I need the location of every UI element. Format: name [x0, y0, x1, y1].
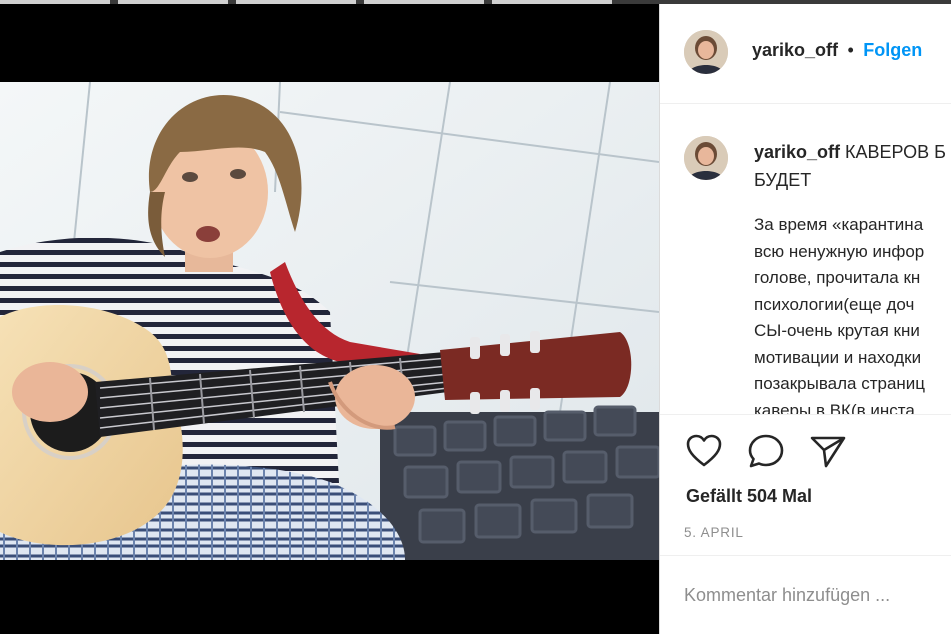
caption-title: КАВЕРОВ Б	[845, 142, 946, 162]
add-comment-bar: Kommentar hinzufügen ...	[660, 555, 951, 634]
caption-text: За время «карантина всю ненужную инфор г…	[754, 212, 951, 415]
caption-line: За время «карантина	[754, 215, 924, 234]
follow-button[interactable]: Folgen	[863, 40, 922, 60]
caption-line: голове, прочитала кн	[754, 268, 921, 287]
caption-title-line2: БУДЕТ	[754, 170, 812, 190]
caption-area: yariko_off КАВЕРОВ Б БУДЕТ За время «кар…	[660, 104, 951, 415]
post-side-panel: yariko_off • Folgen yariko_off КАВЕРОВ Б…	[659, 4, 951, 634]
avatar-image	[684, 136, 728, 180]
caption-line: психологии(еще доч	[754, 294, 915, 314]
header-user-row: yariko_off • Folgen	[752, 40, 922, 61]
post-photo	[0, 82, 659, 560]
separator-dot: •	[847, 40, 854, 60]
comment-bubble-icon[interactable]	[748, 434, 784, 473]
caption-line: всю ненужную инфор	[754, 241, 925, 261]
caption-line: позакрывала страниц	[754, 374, 926, 393]
likes-count[interactable]: Gefällt 504 Mal	[686, 486, 812, 507]
caption-line: мотивации и находки	[754, 347, 922, 367]
caption-heading: yariko_off КАВЕРОВ Б БУДЕТ	[754, 138, 951, 194]
comment-input[interactable]: Kommentar hinzufügen ...	[684, 585, 890, 606]
caption-line: каверы в ВК(в инста	[754, 400, 915, 415]
photo-illustration	[0, 82, 659, 560]
avatar[interactable]	[684, 30, 728, 74]
caption-avatar[interactable]	[684, 136, 728, 180]
header-username[interactable]: yariko_off	[752, 40, 838, 60]
caption-username[interactable]: yariko_off	[754, 142, 840, 162]
post-date: 5. APRIL	[684, 525, 744, 540]
paper-plane-icon[interactable]	[810, 435, 846, 474]
heart-icon[interactable]	[686, 434, 722, 473]
avatar-image	[684, 30, 728, 74]
post-header: yariko_off • Folgen	[660, 4, 951, 104]
post-media[interactable]	[0, 4, 659, 634]
caption-line: СЫ-очень крутая кни	[754, 321, 920, 340]
